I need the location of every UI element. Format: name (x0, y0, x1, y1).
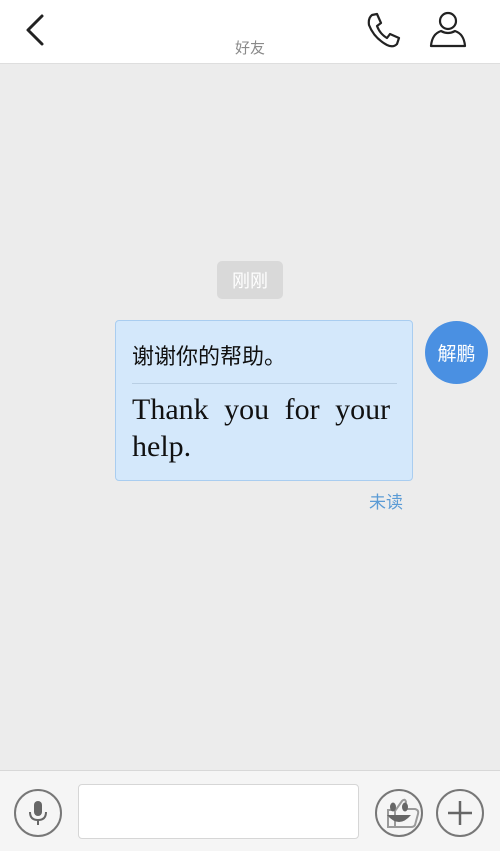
message-input[interactable] (87, 793, 302, 831)
message-input-box[interactable] (78, 784, 420, 839)
call-button[interactable] (360, 8, 404, 52)
read-status-label: 未读 (369, 493, 403, 513)
profile-button[interactable] (426, 8, 470, 52)
message-bubble[interactable]: 谢谢你的帮助。 Thank you for your help. (115, 320, 413, 481)
plus-icon (448, 801, 472, 825)
chat-screen: 好友 刚刚 谢谢你的帮助。 Thank you for your help. 解… (0, 0, 500, 851)
message-text-english: Thank you for your help. (132, 393, 391, 463)
phone-icon (367, 12, 401, 48)
smiley-icon (387, 802, 411, 822)
page-title: 好友 (234, 39, 265, 57)
header-bar: 好友 (0, 0, 500, 64)
avatar[interactable]: 解鹏 (425, 321, 488, 384)
message-text-chinese: 谢谢你的帮助。 (132, 345, 287, 370)
voice-button[interactable] (14, 789, 62, 837)
emoji-button[interactable] (375, 789, 423, 837)
person-icon (429, 11, 467, 48)
timestamp-label: 刚刚 (217, 261, 283, 299)
input-bar (0, 770, 500, 851)
more-button[interactable] (436, 789, 484, 837)
microphone-icon (29, 801, 47, 825)
message-list[interactable]: 刚刚 谢谢你的帮助。 Thank you for your help. 解鹏 未… (0, 65, 500, 770)
message-divider (132, 383, 397, 384)
